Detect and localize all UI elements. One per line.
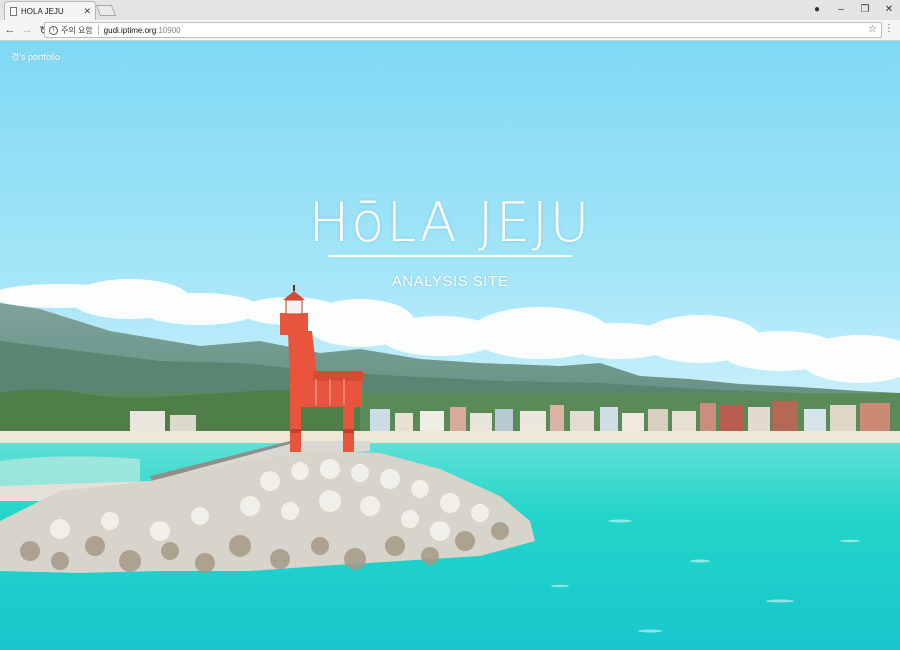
document-icon xyxy=(10,6,17,16)
tab-title: HOLA JEJU xyxy=(21,6,64,16)
info-icon[interactable]: i xyxy=(49,25,58,35)
hero-divider xyxy=(328,255,572,257)
hero-title: HōLA JEJU xyxy=(308,191,592,254)
hero-background-image xyxy=(0,41,900,650)
security-label: 주의 요함 xyxy=(61,25,93,35)
window-close-icon[interactable]: ✕ xyxy=(884,4,894,15)
bookmark-star-icon[interactable]: ☆ xyxy=(868,24,877,35)
portfolio-brand-link[interactable]: 경's portfolio xyxy=(11,50,60,63)
forward-icon[interactable]: → xyxy=(20,24,34,36)
tab-strip: HOLA JEJU ✕ ● – ❐ ✕ xyxy=(0,0,900,20)
tab-hola-jeju[interactable]: HOLA JEJU ✕ xyxy=(4,1,96,20)
new-tab-icon[interactable] xyxy=(95,5,117,16)
close-icon[interactable]: ✕ xyxy=(83,6,91,17)
restore-icon[interactable]: ❐ xyxy=(860,4,870,15)
browser-toolbar: ← → ↻ i 주의 요함 gudi.iptime.org :10900 ☆ ⋮ xyxy=(0,20,900,41)
back-icon[interactable]: ← xyxy=(3,24,17,36)
minimize-icon[interactable]: – xyxy=(836,4,846,15)
account-icon[interactable]: ● xyxy=(812,4,822,15)
url-port: :10900 xyxy=(156,25,181,35)
address-bar[interactable]: i 주의 요함 gudi.iptime.org :10900 ☆ xyxy=(44,22,882,38)
url-host: gudi.iptime.org xyxy=(103,25,157,35)
divider xyxy=(97,25,99,35)
hero-subtitle: ANALYSIS SITE xyxy=(391,273,509,290)
window-controls: ● – ❐ ✕ xyxy=(812,0,894,18)
menu-icon[interactable]: ⋮ xyxy=(884,23,894,34)
page-viewport: 경's portfolio HōLA JEJU ANALYSIS SITE xyxy=(0,41,900,650)
